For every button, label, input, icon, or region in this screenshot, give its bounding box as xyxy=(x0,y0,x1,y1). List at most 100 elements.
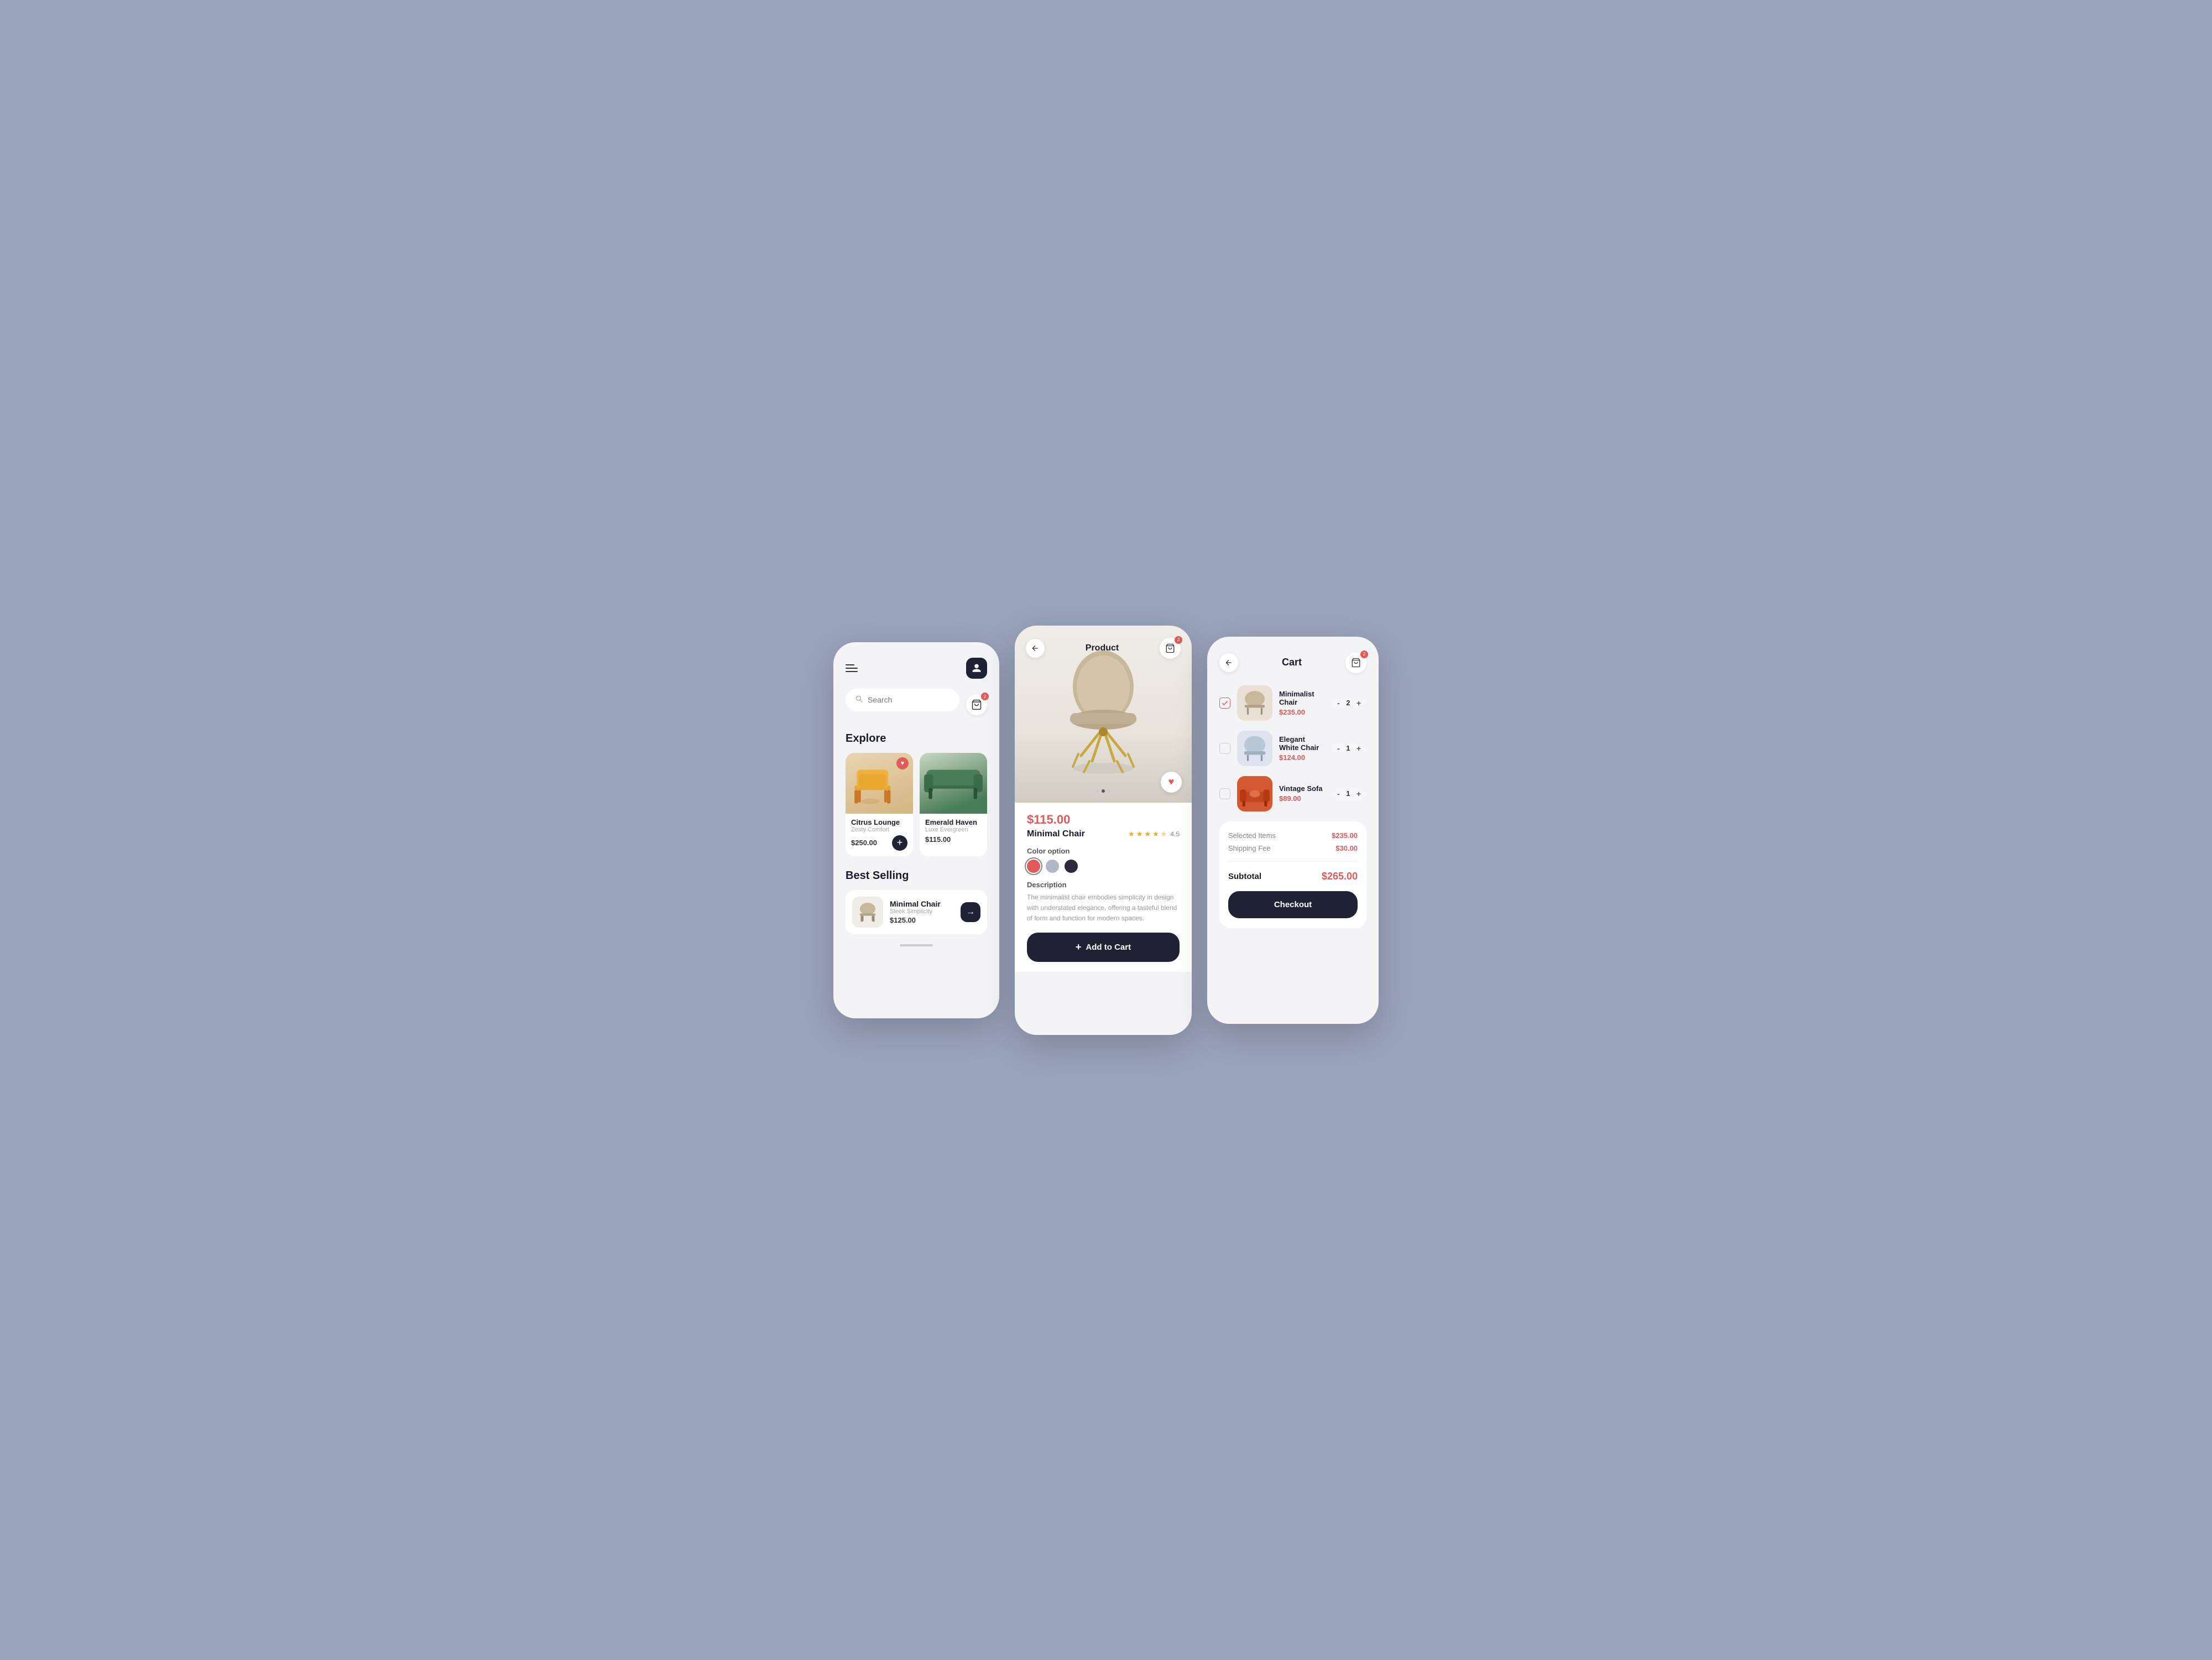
cart-item-1: Minimalist Chair $235.00 - 2 + xyxy=(1219,685,1366,721)
card-2-price: $115.00 xyxy=(925,835,951,844)
cart-item-name-2: Elegant White Chair xyxy=(1279,735,1325,752)
cart-item-price-1: $235.00 xyxy=(1279,708,1325,716)
subtotal-row: Subtotal $265.00 xyxy=(1228,871,1358,882)
shipping-row: Shipping Fee $30.00 xyxy=(1228,844,1358,852)
cart-item-info-2: Elegant White Chair $124.00 xyxy=(1279,735,1325,762)
product-back-button[interactable] xyxy=(1026,639,1045,658)
shipping-value: $30.00 xyxy=(1335,844,1358,852)
cart-item-info-1: Minimalist Chair $235.00 xyxy=(1279,690,1325,716)
checkout-button[interactable]: Checkout xyxy=(1228,891,1358,918)
best-card-price: $125.00 xyxy=(890,916,954,924)
card-1-sub: Zesty Comfort xyxy=(851,826,907,833)
qty-minus-2[interactable]: - xyxy=(1337,744,1340,753)
color-blue-grey[interactable] xyxy=(1046,860,1059,873)
card-1-name: Citrus Lounge xyxy=(851,818,907,826)
star-1: ★ xyxy=(1128,830,1135,839)
qty-minus-3[interactable]: - xyxy=(1337,789,1340,798)
subtotal-label: Subtotal xyxy=(1228,872,1261,881)
qty-plus-3[interactable]: + xyxy=(1357,789,1361,798)
best-selling-section: Best Selling Minimal Chair Sleek Simplic… xyxy=(846,870,987,934)
search-bar xyxy=(846,689,959,711)
star-2: ★ xyxy=(1136,830,1143,839)
checkbox-check-icon xyxy=(1221,699,1229,707)
cart-item-img-3 xyxy=(1237,776,1272,811)
search-row: 2 xyxy=(846,689,987,721)
color-dark[interactable] xyxy=(1065,860,1078,873)
product-cart-button[interactable]: 2 xyxy=(1160,638,1181,659)
subtotal-value: $265.00 xyxy=(1322,871,1358,882)
product-nav-title: Product xyxy=(1086,643,1119,653)
qty-minus-1[interactable]: - xyxy=(1337,699,1340,707)
best-selling-title: Best Selling xyxy=(846,870,987,882)
cart-chair-1-svg xyxy=(1237,685,1272,721)
star-4: ★ xyxy=(1152,830,1159,839)
cart-back-button[interactable] xyxy=(1219,653,1238,672)
card-1-info: Citrus Lounge Zesty Comfort $250.00 + xyxy=(846,814,913,856)
product-cart-badge: 2 xyxy=(1175,636,1182,644)
green-sofa-svg xyxy=(920,753,987,814)
color-red[interactable] xyxy=(1027,860,1040,873)
product-cart-icon xyxy=(1165,643,1175,653)
card-2-name: Emerald Haven xyxy=(925,818,982,826)
user-icon xyxy=(972,663,982,673)
card-1-image: ♥ xyxy=(846,753,913,814)
avatar-button[interactable] xyxy=(966,658,987,679)
explore-title: Explore xyxy=(846,732,987,745)
explore-card-2[interactable]: Emerald Haven Luxe Evergreen $115.00 xyxy=(920,753,987,856)
card-1-footer: $250.00 + xyxy=(851,835,907,851)
best-chair-svg xyxy=(854,898,881,926)
cart-badge: 2 xyxy=(981,693,989,700)
best-card-sub: Sleek Simplicity xyxy=(890,908,954,915)
cart-item-price-2: $124.00 xyxy=(1279,753,1325,762)
qty-control-2: - 1 + xyxy=(1332,742,1366,755)
cart-item-price-3: $89.00 xyxy=(1279,794,1325,803)
cart-summary-card: Selected Items $235.00 Shipping Fee $30.… xyxy=(1219,821,1366,928)
qty-control-3: - 1 + xyxy=(1332,787,1366,800)
cart-sofa-svg xyxy=(1237,776,1272,811)
best-card-img-1 xyxy=(852,897,883,928)
home-cart-button[interactable]: 2 xyxy=(966,694,987,715)
screens-container: 2 Explore ♥ xyxy=(833,626,1379,1035)
qty-plus-2[interactable]: + xyxy=(1357,744,1361,753)
add-to-cart-button[interactable]: + Add to Cart xyxy=(1027,933,1180,962)
star-3: ★ xyxy=(1144,830,1151,839)
product-name: Minimal Chair xyxy=(1027,829,1085,839)
card-2-sub: Luxe Evergreen xyxy=(925,826,982,833)
cart-back-icon xyxy=(1224,658,1233,667)
best-card-1[interactable]: Minimal Chair Sleek Simplicity $125.00 → xyxy=(846,890,987,934)
cart-chair-2-svg xyxy=(1237,731,1272,766)
cart-header-badge: 2 xyxy=(1360,651,1368,658)
shipping-label: Shipping Fee xyxy=(1228,844,1271,852)
summary-section: Selected Items $235.00 Shipping Fee $30.… xyxy=(1228,831,1358,852)
card-2-info: Emerald Haven Luxe Evergreen $115.00 xyxy=(920,814,987,849)
wishlist-heart-icon: ♥ xyxy=(1168,776,1175,788)
explore-card-1[interactable]: ♥ Citru xyxy=(846,753,913,856)
product-price: $115.00 xyxy=(1027,813,1180,827)
search-icon xyxy=(854,694,863,706)
cart-checkbox-3[interactable] xyxy=(1219,788,1230,799)
dot-3 xyxy=(1108,789,1111,793)
card-2-image xyxy=(920,753,987,814)
cart-item-info-3: Vintage Sofa $89.00 xyxy=(1279,784,1325,803)
cart-title: Cart xyxy=(1282,657,1302,668)
star-half: ★ xyxy=(1161,830,1167,839)
cart-header-cart-button[interactable]: 2 xyxy=(1345,652,1366,673)
cart-checkbox-2[interactable] xyxy=(1219,743,1230,754)
product-name-row: Minimal Chair ★ ★ ★ ★ ★ 4.5 xyxy=(1027,829,1180,839)
cart-item-name-1: Minimalist Chair xyxy=(1279,690,1325,706)
selected-items-value: $235.00 xyxy=(1332,831,1358,840)
explore-grid: ♥ Citru xyxy=(846,753,987,856)
dot-2 xyxy=(1102,789,1105,793)
add-card-1-button[interactable]: + xyxy=(892,835,907,851)
product-image-section: Product 2 ♥ xyxy=(1015,626,1192,803)
cart-screen: Cart 2 xyxy=(1207,637,1379,1024)
cart-item-img-1 xyxy=(1237,685,1272,721)
color-options xyxy=(1027,860,1180,873)
cart-checkbox-1[interactable] xyxy=(1219,698,1230,709)
search-input[interactable] xyxy=(868,695,951,704)
qty-plus-1[interactable]: + xyxy=(1357,699,1361,707)
best-card-arrow-button[interactable]: → xyxy=(961,902,980,922)
product-wishlist-button[interactable]: ♥ xyxy=(1161,772,1182,793)
hamburger-menu[interactable] xyxy=(846,664,858,672)
cart-header: Cart 2 xyxy=(1219,652,1366,673)
